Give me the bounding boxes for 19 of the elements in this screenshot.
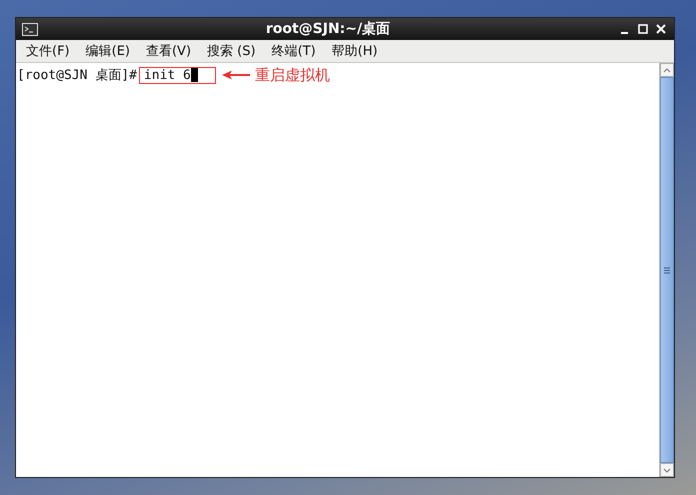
annotation-text: 重启虚拟机 <box>254 66 330 84</box>
close-icon[interactable] <box>654 22 668 36</box>
scroll-down-button[interactable] <box>660 463 674 477</box>
menu-item[interactable]: 文件(F) <box>20 40 76 62</box>
caret-down-icon <box>663 468 671 472</box>
window-title: root@SJN:~/桌面 <box>264 20 392 38</box>
arrow-icon <box>222 70 250 80</box>
menu-item[interactable]: 帮助(H) <box>326 40 384 62</box>
terminal-icon <box>22 22 38 36</box>
menu-item[interactable]: 查看(V) <box>140 40 198 62</box>
menu-item[interactable]: 编辑(E) <box>80 40 136 62</box>
caret-up-icon <box>663 68 671 72</box>
maximize-icon[interactable] <box>636 22 650 36</box>
command-text: init 6 <box>144 68 191 82</box>
menu-item[interactable]: 搜索 (S) <box>201 40 262 62</box>
grip-icon <box>664 266 670 274</box>
shell-prompt: [root@SJN 桌面]# <box>17 67 137 84</box>
menu-item[interactable]: 终端(T) <box>266 40 322 62</box>
scroll-up-button[interactable] <box>660 63 674 77</box>
